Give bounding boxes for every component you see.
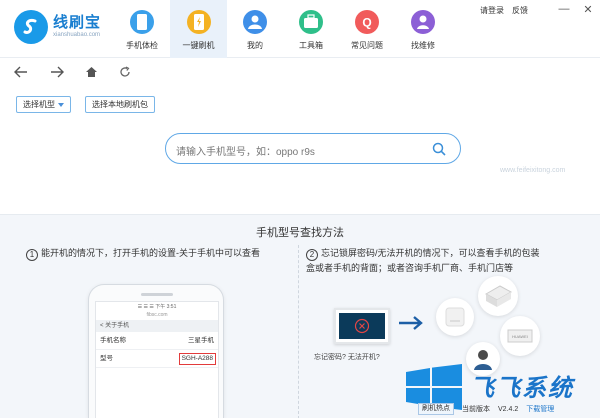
select-local-package-button[interactable]: 选择本地刷机包 — [85, 96, 155, 113]
step-number: 2 — [306, 249, 318, 261]
phone-name-value: 三星手机 — [188, 337, 214, 344]
nav-label: 常见问题 — [351, 41, 383, 50]
phone-name-label: 手机名称 — [100, 337, 126, 344]
nav-label: 一键刷机 — [182, 41, 215, 50]
forward-arrow-icon[interactable] — [50, 65, 64, 79]
nav-item-user[interactable]: 我的 — [227, 0, 283, 58]
nav-label: 工具箱 — [299, 41, 323, 50]
phone-model-row: 型号 SGH-A288 — [96, 350, 218, 368]
app-logo: 线刷宝 xianshuabao.com — [14, 10, 101, 44]
locked-laptop-illustration — [334, 308, 390, 344]
arrow-right-icon — [398, 316, 424, 332]
select-local-package-label: 选择本地刷机包 — [92, 100, 148, 109]
toolbox-icon — [299, 10, 323, 34]
step-2-text-line2: 盒或者手机的背面；或者咨询手机厂商、手机门店等 — [306, 263, 514, 273]
phone-name-row: 手机名称 三星手机 — [96, 332, 218, 350]
app-site: xianshuabao.com — [53, 32, 101, 38]
logo-icon — [14, 10, 48, 44]
faint-watermark-url: www.feifeixitong.com — [500, 167, 566, 174]
flash-phone-icon — [186, 10, 211, 34]
nav-item-flash-phone[interactable]: 一键刷机 — [170, 0, 227, 58]
step-2-text-line1: 忘记锁屏密码/无法开机的情况下，可以查看手机的包装 — [321, 248, 540, 258]
error-x-icon — [354, 318, 370, 334]
app-header: 线刷宝 xianshuabao.com 手机体检 一键刷机 我的 工具箱 Q 常见问题 找维… — [0, 0, 600, 58]
version-label: 当前版本 — [462, 406, 490, 413]
nav-label: 找维修 — [411, 41, 435, 50]
faq-icon: Q — [355, 10, 379, 34]
hot-tab[interactable]: 刷机热点 — [418, 403, 454, 415]
main-nav: 手机体检 一键刷机 我的 工具箱 Q 常见问题 找维修 — [114, 0, 451, 58]
nav-label: 手机体检 — [126, 41, 158, 50]
box-brand-label: HUAWEI — [512, 334, 528, 339]
login-link[interactable]: 请登录 — [480, 5, 504, 16]
app-name: 线刷宝 — [53, 14, 102, 31]
version-value: V2.4.2 — [498, 405, 519, 413]
nav-item-toolbox[interactable]: 工具箱 — [283, 0, 339, 58]
browser-toolbar — [0, 60, 600, 86]
help-step-1: 1 能开机的情况下，打开手机的设置-关于手机中可以查看 — [26, 246, 296, 261]
phone-site: fibsc.com — [146, 312, 168, 318]
watermark-brand: 飞飞系统 — [470, 375, 574, 402]
phone-back-header: < 关于手机 — [96, 320, 218, 332]
search-icon[interactable] — [432, 142, 446, 158]
nav-item-repair[interactable]: 找维修 — [395, 0, 451, 58]
huawei-box-bubble: HUAWEI — [500, 316, 540, 356]
phone-status-bar: ☰ ☰ ☰ 下午 3:51 — [137, 304, 177, 310]
phone-speaker — [141, 293, 173, 296]
back-arrow-icon[interactable] — [14, 65, 28, 79]
search-input[interactable]: 请输入手机型号，如：oppo r9s — [165, 133, 461, 164]
feedback-link[interactable]: 反馈 — [512, 5, 528, 16]
close-button[interactable]: ✕ — [582, 2, 594, 16]
help-title: 手机型号查找方法 — [256, 227, 344, 239]
phone-screen: ☰ ☰ ☰ 下午 3:51 fibsc.com < 关于手机 手机名称 三星手机… — [95, 301, 219, 418]
user-icon — [243, 10, 267, 34]
download-manager-link[interactable]: 下载管理 — [526, 404, 554, 414]
help-step-2: 2 忘记锁屏密码/无法开机的情况下，可以查看手机的包装 盒或者手机的背面；或者咨询… — [306, 246, 596, 275]
nav-label: 我的 — [247, 41, 263, 50]
nav-item-phone-check[interactable]: 手机体检 — [114, 0, 170, 58]
phone-model-label: 型号 — [100, 355, 113, 362]
search-placeholder: 请输入手机型号，如：oppo r9s — [176, 147, 315, 158]
status-bar: 刷机热点 当前版本 V2.4.2 下载管理 — [418, 402, 554, 416]
divider — [298, 245, 299, 418]
nav-item-faq[interactable]: Q 常见问题 — [339, 0, 395, 58]
select-model-label: 选择机型 — [23, 100, 55, 109]
svg-text:Q: Q — [362, 16, 371, 30]
refresh-icon[interactable] — [118, 65, 132, 79]
home-icon[interactable] — [84, 65, 98, 79]
repair-icon — [411, 10, 435, 34]
minimize-button[interactable]: — — [558, 2, 570, 16]
select-model-dropdown[interactable]: 选择机型 — [16, 96, 71, 113]
router-bubble — [436, 298, 474, 336]
chevron-down-icon — [58, 102, 64, 107]
box-bubble — [478, 276, 518, 316]
phone-check-icon — [130, 10, 154, 34]
phone-illustration: ☰ ☰ ☰ 下午 3:51 fibsc.com < 关于手机 手机名称 三星手机… — [88, 284, 224, 418]
step-number: 1 — [26, 249, 38, 261]
illustration-caption: 忘记密码? 无法开机? — [314, 354, 380, 361]
step-1-text: 能开机的情况下，打开手机的设置-关于手机中可以查看 — [41, 248, 260, 258]
phone-model-value: SGH-A288 — [178, 353, 216, 365]
